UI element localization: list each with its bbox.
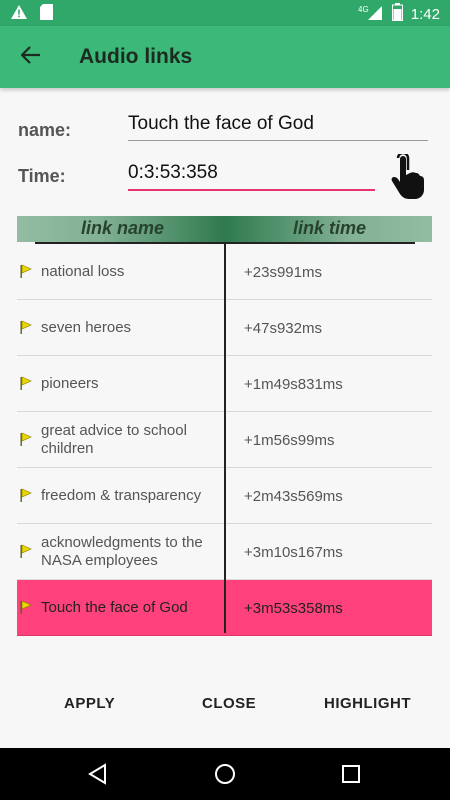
name-field[interactable]: Touch the face of God [128,113,428,141]
sd-card-icon [40,4,53,25]
link-name: seven heroes [41,319,132,336]
link-time: +1m49s831ms [244,375,343,393]
clock: 1:42 [410,5,440,23]
nav-home-icon[interactable] [213,762,237,786]
close-button[interactable]: CLOSE [202,695,256,712]
nav-back-icon[interactable] [86,762,110,786]
link-time: +2m43s569ms [244,487,343,505]
app-bar: Audio links [0,26,450,88]
nav-recent-icon[interactable] [339,762,363,786]
link-name: freedom & transparency [41,487,202,504]
link-name: national loss [41,263,125,280]
flag-icon [20,488,32,502]
warning-icon [10,4,28,25]
hand-pointer-icon [388,151,426,204]
time-label: Time: [18,166,66,186]
link-name: pioneers [41,375,99,392]
time-field[interactable]: 0:3:53:358 [128,162,375,191]
flag-icon [20,320,32,334]
link-name: acknowledgments to the NASA employees [41,534,203,569]
flag-icon [20,544,32,558]
battery-icon [391,3,403,25]
touch-button[interactable] [388,151,426,200]
link-time: +23s991ms [244,263,322,281]
signal-icon: 4G [358,3,384,25]
apply-button[interactable]: APPLY [64,695,115,712]
navigation-bar [0,748,450,800]
highlight-button[interactable]: HIGHLIGHT [324,695,411,712]
link-name: great advice to school children [41,422,187,457]
flag-icon [20,264,32,278]
name-label: name: [18,120,72,140]
link-time: +3m53s358ms [244,599,343,617]
flag-icon [20,432,32,446]
back-button[interactable] [14,40,48,74]
table-header: link name link time [17,216,432,242]
status-bar: 4G 1:42 [0,0,450,26]
link-time: +1m56s99ms [244,431,335,449]
link-time: +3m10s167ms [244,543,343,561]
link-name: Touch the face of God [41,599,188,616]
svg-text:4G: 4G [358,5,369,14]
column-header-link-name: link name [81,218,165,238]
arrow-back-icon [20,45,41,69]
page-title: Audio links [79,45,193,68]
flag-icon [20,600,32,614]
column-header-link-time: link time [293,218,367,238]
flag-icon [20,376,32,390]
link-time: +47s932ms [244,319,322,337]
column-divider [224,244,226,633]
